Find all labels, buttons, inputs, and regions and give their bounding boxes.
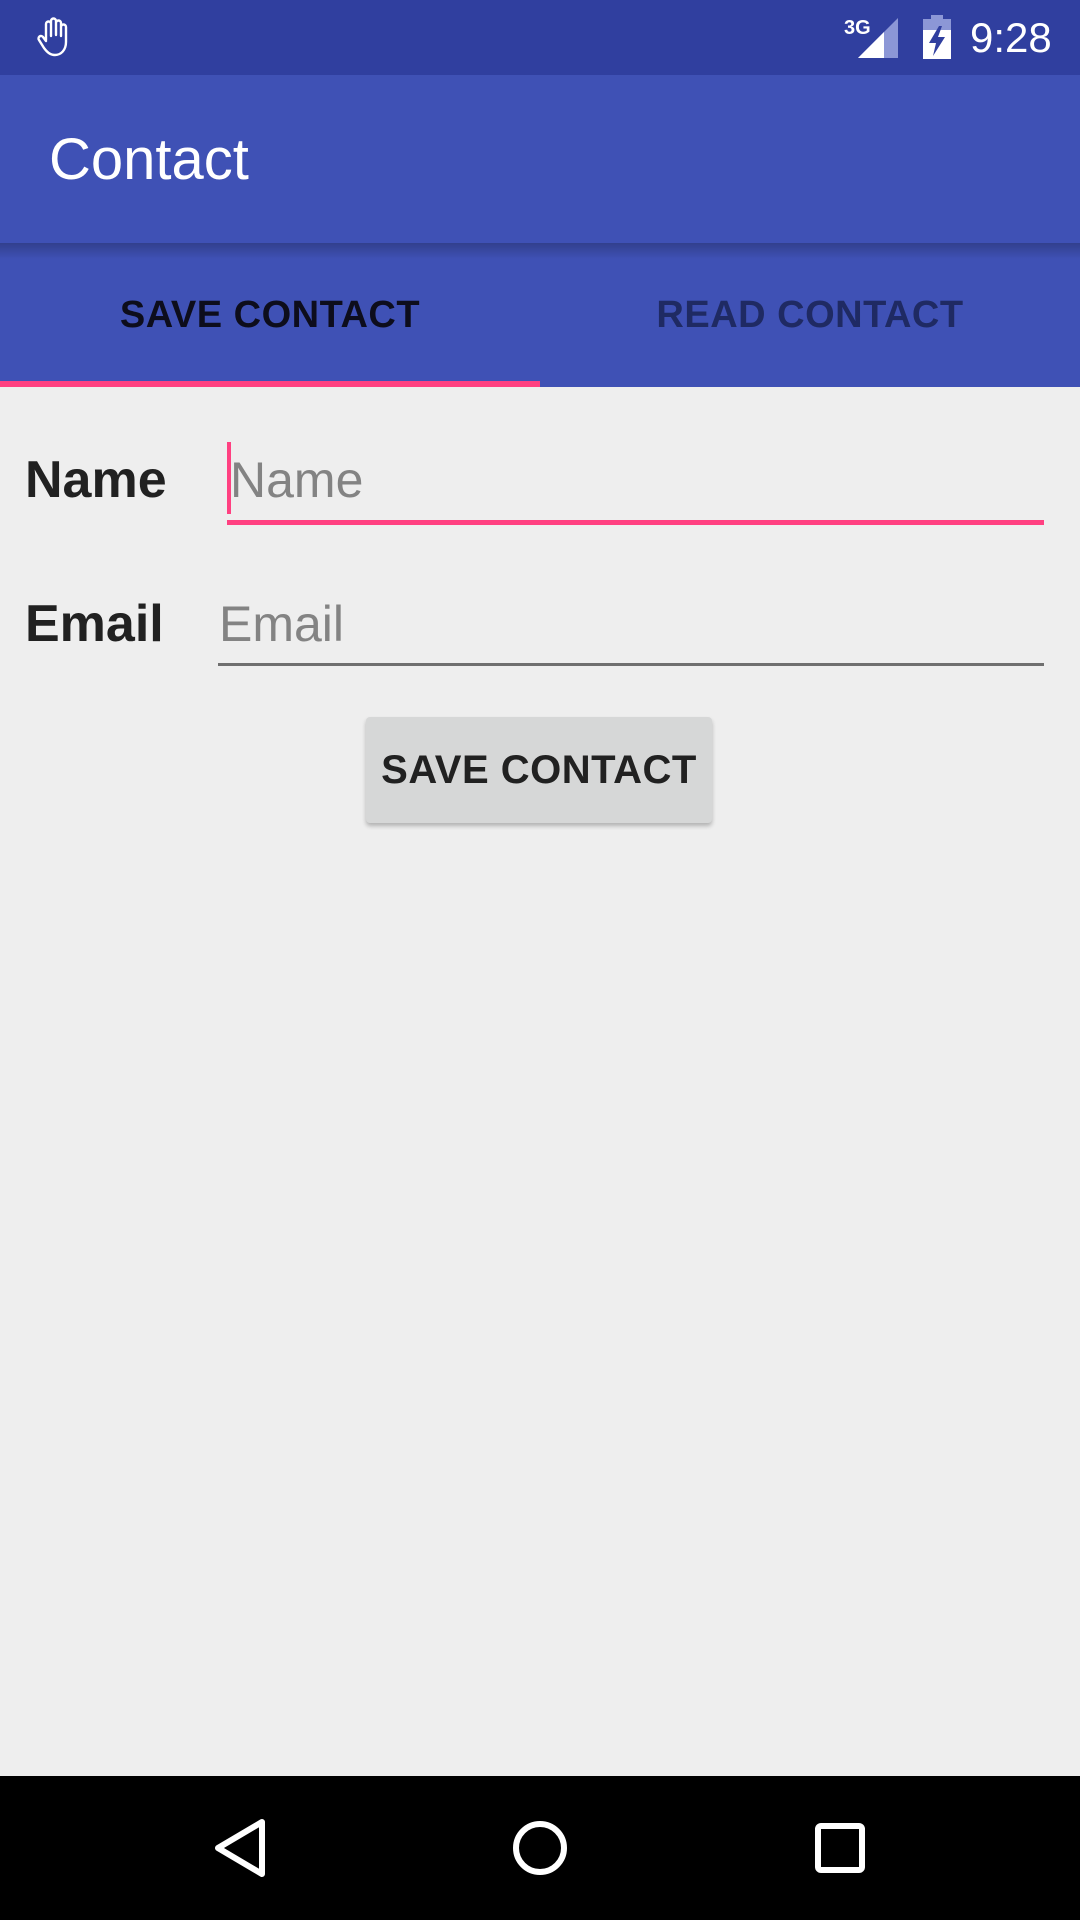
save-contact-button[interactable]: SAVE CONTACT xyxy=(366,717,712,823)
name-label: Name xyxy=(25,451,167,509)
back-icon xyxy=(215,1819,265,1877)
network-type-label: 3G xyxy=(844,17,871,39)
app-bar: Contact xyxy=(0,75,1080,243)
app-title: Contact xyxy=(49,127,249,192)
tab-read-contact[interactable]: READ CONTACT xyxy=(540,243,1080,387)
recents-icon xyxy=(815,1823,865,1873)
tab-indicator xyxy=(0,381,540,387)
email-label: Email xyxy=(25,595,164,653)
screen: 3G 9:28 Contact SAVE CONTACT READ CONTAC… xyxy=(0,0,1080,1920)
tab-save-contact[interactable]: SAVE CONTACT xyxy=(0,243,540,387)
signal-icon: 3G xyxy=(844,17,898,58)
back-button[interactable] xyxy=(198,1806,282,1890)
tab-bar: SAVE CONTACT READ CONTACT xyxy=(0,243,1080,387)
recents-button[interactable] xyxy=(798,1806,882,1890)
text-cursor xyxy=(227,442,231,514)
home-icon xyxy=(513,1821,567,1875)
navigation-bar xyxy=(0,1776,1080,1920)
email-input-underline xyxy=(218,663,1044,666)
hand-icon xyxy=(37,17,68,57)
app-bar-shadow xyxy=(0,243,1080,259)
name-input[interactable] xyxy=(230,446,1040,514)
email-input[interactable] xyxy=(219,590,1039,658)
name-input-underline xyxy=(227,520,1044,525)
battery-charging-icon xyxy=(923,15,951,59)
home-button[interactable] xyxy=(498,1806,582,1890)
status-bar: 3G 9:28 xyxy=(0,0,1080,75)
status-time: 9:28 xyxy=(970,14,1052,61)
